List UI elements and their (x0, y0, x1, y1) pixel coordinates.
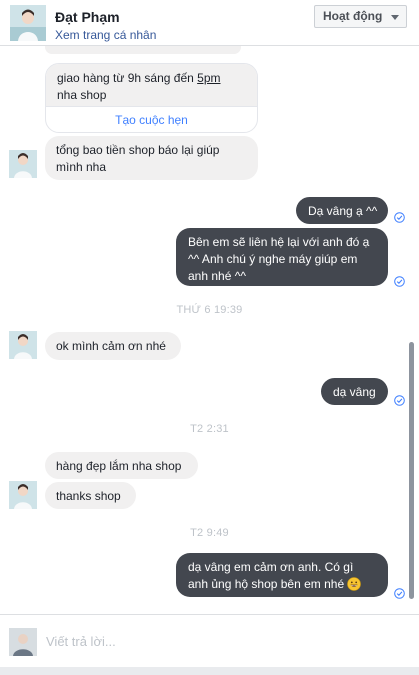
bottom-toolbar (0, 667, 419, 675)
chat-header: Đạt Phạm Xem trang cá nhân Hoạt động (0, 0, 419, 46)
card-text-part2: nha shop (57, 88, 107, 102)
message-bubble-incoming: hàng đẹp lắm nha shop (45, 452, 198, 479)
message-text: dạ vâng em cảm ơn anh. Có gì anh ủng hộ … (188, 560, 354, 591)
message-bubble-outgoing: Dạ vâng ạ ^^ (296, 197, 388, 224)
contact-avatar-small[interactable] (9, 150, 37, 178)
my-avatar (9, 628, 37, 656)
check-circle-icon (394, 395, 405, 406)
create-appointment-button[interactable]: Tạo cuộc hẹn (46, 106, 257, 132)
timestamp-divider: T2 9:49 (190, 527, 229, 539)
message-bubble-partial (45, 46, 241, 54)
message-text: dạ vâng (333, 385, 376, 399)
card-message-text: giao hàng từ 9h sáng đến 5pm nha shop (46, 64, 257, 106)
message-bubble-incoming: thanks shop (45, 482, 136, 509)
check-circle-icon (394, 276, 405, 287)
message-bubble-outgoing: dạ vâng (321, 378, 388, 405)
message-text: tổng bao tiền shop báo lại giúp mình nha (56, 143, 220, 174)
message-text: ok mình cảm ơn nhé (56, 339, 166, 353)
reply-composer: Viết trả lời... (0, 614, 419, 667)
grinning-emoji-icon (347, 577, 362, 591)
contact-avatar-small[interactable] (9, 481, 37, 509)
timestamp-divider: THỨ 6 19:39 (176, 304, 243, 316)
message-bubble-outgoing: Bên em sẽ liên hệ lại với anh đó ạ ^^ An… (176, 228, 388, 286)
message-text: hàng đẹp lắm nha shop (56, 459, 182, 473)
card-text-time: 5pm (197, 71, 221, 85)
message-bubble-incoming: ok mình cảm ơn nhé (45, 332, 181, 360)
reply-input[interactable]: Viết trả lời... (46, 634, 116, 649)
chevron-down-icon (391, 15, 399, 20)
contact-avatar[interactable] (10, 5, 46, 41)
thread-scrollbar[interactable] (409, 342, 414, 599)
contact-avatar-small[interactable] (9, 331, 37, 359)
check-circle-icon (394, 588, 405, 599)
message-text: Dạ vâng ạ ^^ (308, 204, 378, 218)
status-dropdown-button[interactable]: Hoạt động (314, 5, 407, 28)
card-text-part1: giao hàng từ 9h sáng đến (57, 71, 198, 85)
message-text: thanks shop (56, 489, 121, 503)
appointment-card: giao hàng từ 9h sáng đến 5pm nha shop Tạ… (45, 63, 258, 133)
status-dropdown-label: Hoạt động (323, 9, 383, 23)
view-profile-link[interactable]: Xem trang cá nhân (55, 28, 156, 42)
message-text: Bên em sẽ liên hệ lại với anh đó ạ ^^ An… (188, 235, 370, 283)
contact-name[interactable]: Đạt Phạm (55, 9, 120, 25)
message-bubble-incoming: tổng bao tiền shop báo lại giúp mình nha (45, 136, 258, 180)
timestamp-divider: T2 2:31 (190, 423, 229, 435)
message-bubble-outgoing: dạ vâng em cảm ơn anh. Có gì anh ủng hộ … (176, 553, 388, 597)
check-circle-icon (394, 212, 405, 223)
message-thread[interactable]: giao hàng từ 9h sáng đến 5pm nha shop Tạ… (0, 46, 419, 614)
